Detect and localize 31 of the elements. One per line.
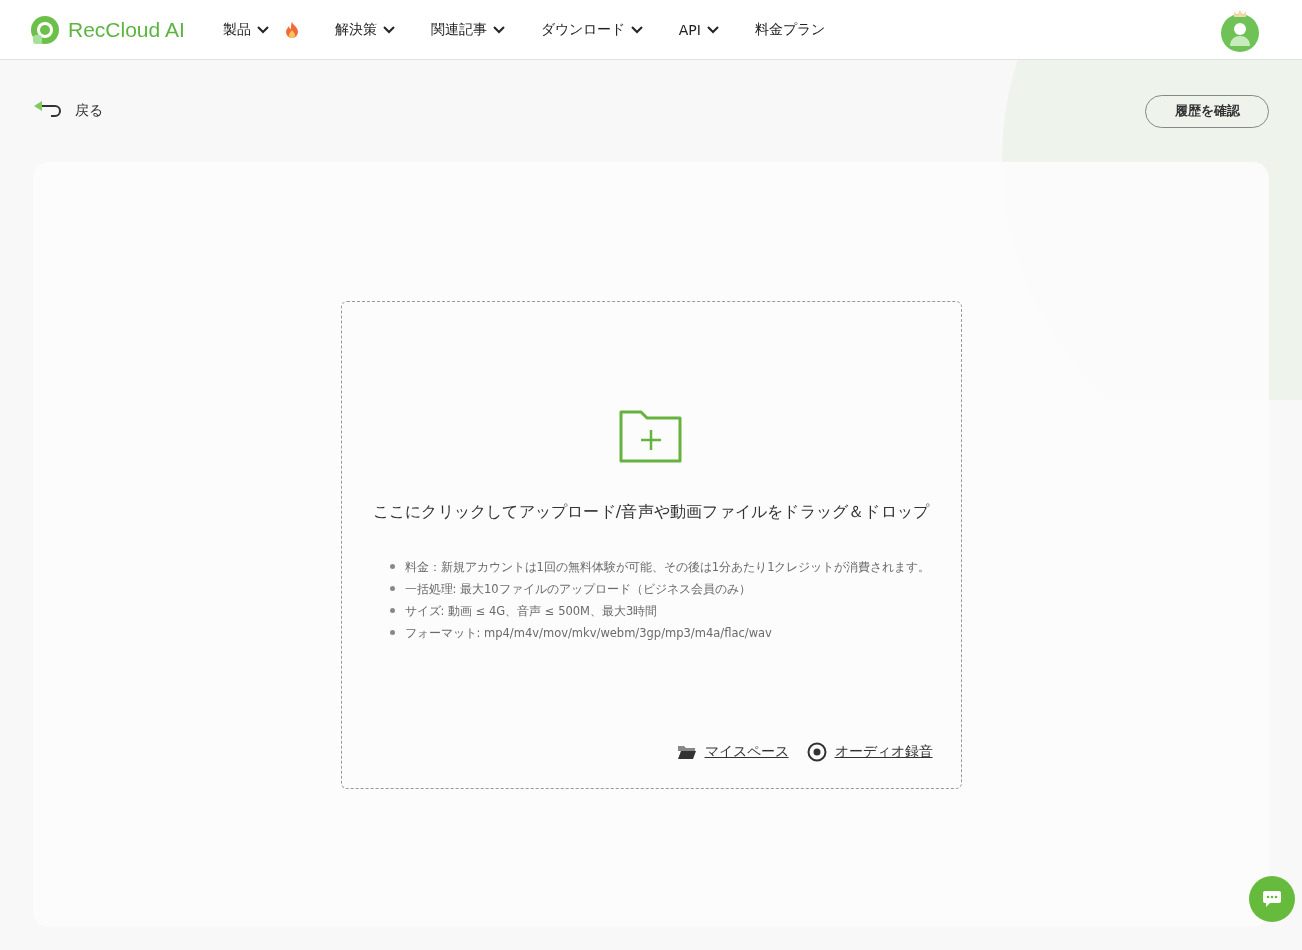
chevron-down-icon bbox=[706, 25, 719, 34]
chevron-down-icon bbox=[256, 25, 269, 34]
nav-link[interactable]: ダウンロード bbox=[540, 20, 643, 39]
my-space-link[interactable]: マイスペース bbox=[676, 741, 789, 762]
chat-bubble-icon bbox=[1262, 890, 1282, 908]
nav-link[interactable]: 料金プラン bbox=[754, 20, 825, 39]
audio-record-link[interactable]: オーディオ録音 bbox=[806, 741, 933, 762]
chat-button[interactable] bbox=[1249, 876, 1295, 922]
back-link[interactable]: 戻る bbox=[33, 101, 103, 121]
bullet-icon bbox=[389, 608, 395, 613]
chevron-down-icon bbox=[382, 25, 395, 34]
note-item: フォーマット: mp4/m4v/mov/mkv/webm/3gp/mp3/m4a/flac/wav bbox=[404, 624, 772, 641]
chevron-down-icon bbox=[492, 25, 505, 34]
note-item: 一括処理: 最大10ファイルのアップロード（ビジネス会員のみ） bbox=[404, 580, 751, 597]
note-item: 料金：新規アカウントは1回の無料体験が可能、その後は1分あたり1クレジットが消費されます。 bbox=[404, 558, 931, 575]
note-item: サイズ: 動画 ≤ 4G、音声 ≤ 500M、最大3時間 bbox=[404, 602, 658, 619]
nav-link[interactable]: 解決策 bbox=[334, 20, 395, 39]
upload-prompt: ここにクリックしてアップロード/音声や動画ファイルをドラッグ＆ドロップ bbox=[372, 501, 930, 523]
nav-link[interactable]: 関連記事 bbox=[430, 20, 505, 39]
bullet-icon bbox=[389, 630, 395, 635]
chevron-down-icon bbox=[630, 25, 643, 34]
flame-icon bbox=[284, 21, 299, 38]
bullet-icon bbox=[389, 564, 395, 569]
folder-icon bbox=[676, 743, 697, 760]
nav-link[interactable]: 製品 bbox=[222, 20, 299, 39]
nav-link[interactable]: API bbox=[678, 21, 719, 38]
drop-zone[interactable] bbox=[340, 300, 962, 789]
brand-name: RecCloud AI bbox=[68, 17, 185, 42]
logo-icon bbox=[30, 14, 60, 45]
record-icon bbox=[806, 741, 827, 762]
bullet-icon bbox=[389, 586, 395, 591]
